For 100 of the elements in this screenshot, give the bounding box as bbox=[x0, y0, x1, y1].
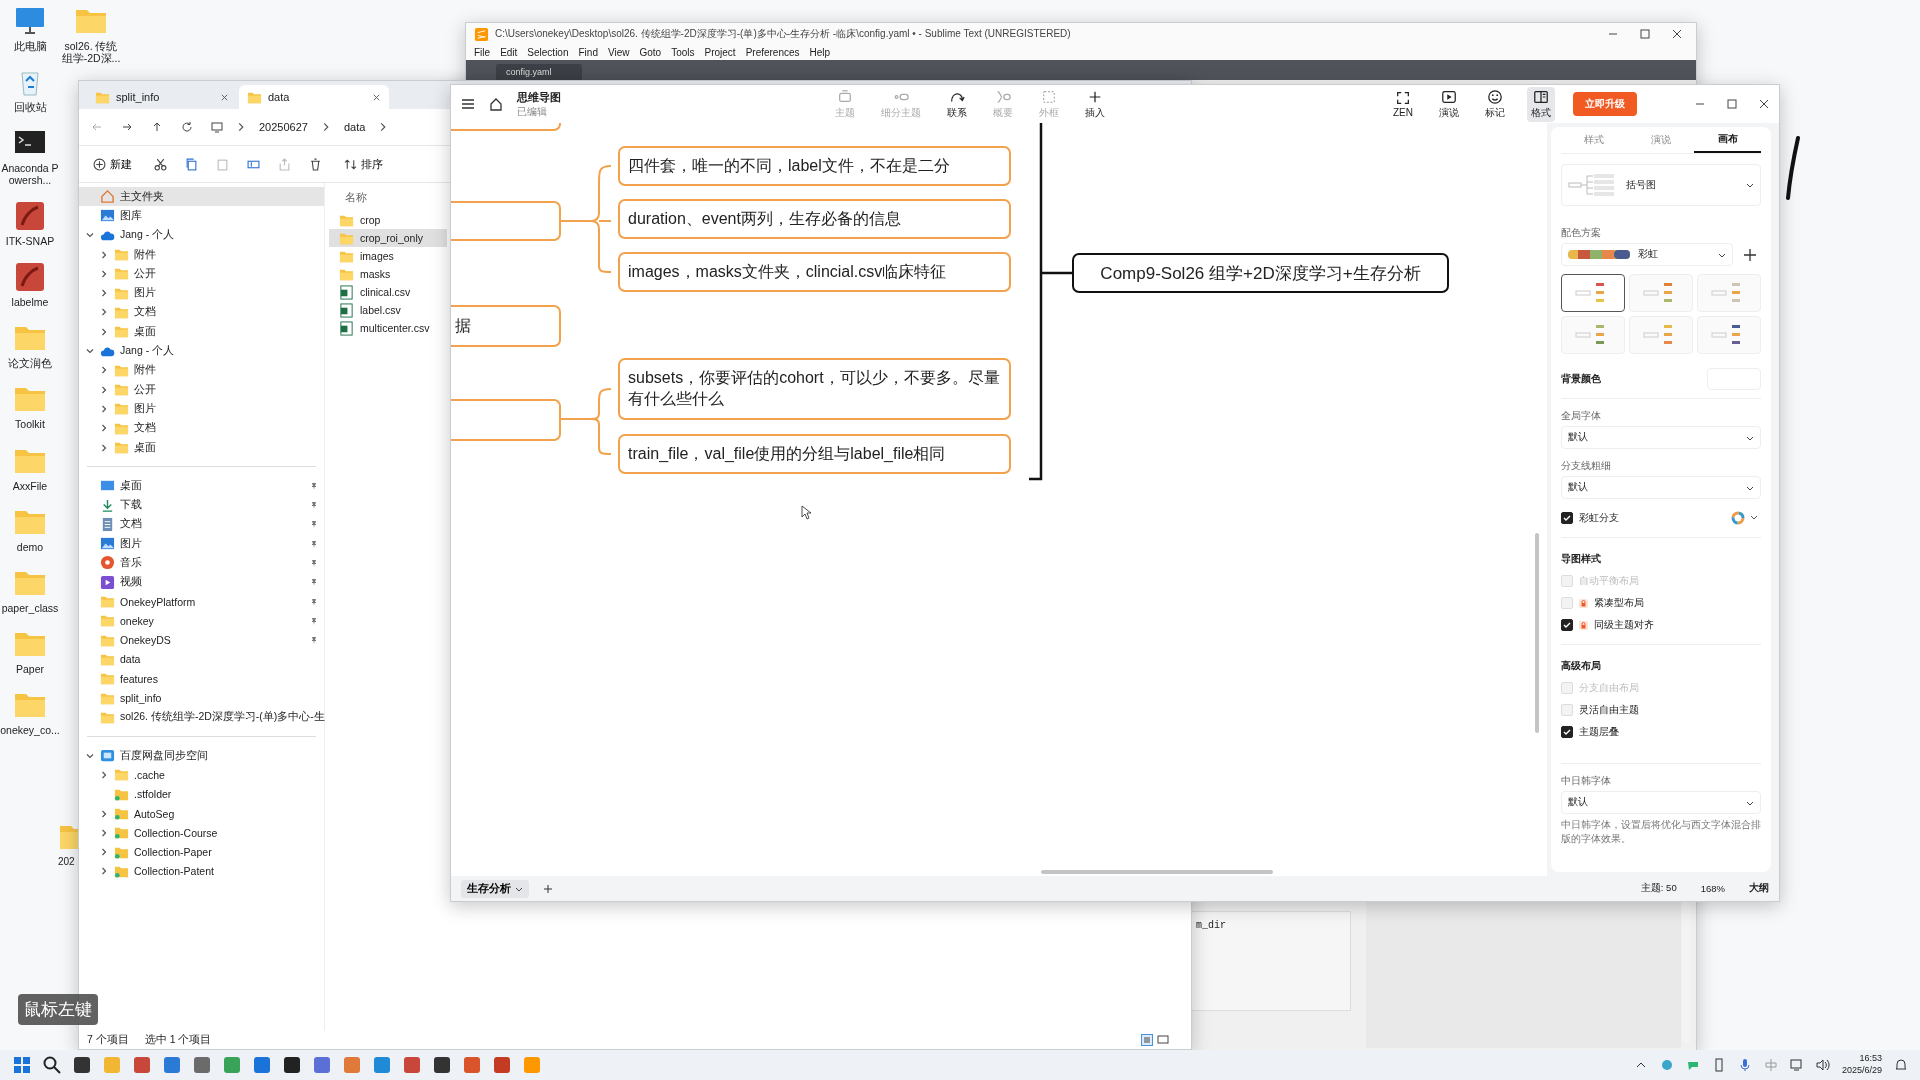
close-icon[interactable] bbox=[1672, 29, 1682, 39]
file-row[interactable]: crop bbox=[329, 211, 447, 229]
toolbar-button[interactable]: 联系 bbox=[943, 86, 971, 122]
new-button[interactable]: 新建 bbox=[89, 154, 136, 174]
file-row[interactable]: clinical.csv bbox=[329, 283, 447, 301]
nav-item[interactable]: .stfolder bbox=[79, 784, 324, 804]
monitor-icon[interactable] bbox=[211, 121, 223, 133]
toolbar-button[interactable]: 演说 bbox=[1435, 86, 1463, 122]
menu-item[interactable]: Goto bbox=[639, 47, 662, 58]
explorer-tab[interactable]: data bbox=[239, 85, 389, 109]
chevron-icon[interactable] bbox=[99, 268, 109, 279]
nav-item[interactable]: 文档 bbox=[79, 418, 324, 438]
chevron-icon[interactable] bbox=[99, 827, 109, 838]
panel-tab[interactable]: 演说 bbox=[1627, 127, 1695, 153]
panel-tab[interactable]: 样式 bbox=[1561, 127, 1628, 153]
forward-icon[interactable] bbox=[121, 121, 133, 133]
tiles-view-icon[interactable] bbox=[1157, 1034, 1169, 1046]
nav-item[interactable]: 公开 bbox=[79, 264, 324, 284]
nav-item[interactable]: split_info bbox=[79, 688, 324, 708]
nav-item[interactable]: 桌面 bbox=[79, 476, 324, 496]
nav-item[interactable]: 音乐 bbox=[79, 553, 324, 573]
refresh-icon[interactable] bbox=[181, 121, 193, 133]
up-arrow-icon[interactable] bbox=[151, 121, 163, 133]
nav-item[interactable]: 图片 bbox=[79, 399, 324, 419]
trash-icon[interactable] bbox=[309, 157, 322, 171]
chevron-icon[interactable] bbox=[99, 808, 109, 819]
nav-item[interactable]: 图库 bbox=[79, 206, 324, 226]
color-scheme-select[interactable]: 彩虹 bbox=[1561, 243, 1733, 266]
close-icon[interactable] bbox=[372, 92, 381, 102]
nav-item[interactable]: Collection-Patent bbox=[79, 861, 324, 882]
app-icon[interactable] bbox=[282, 1055, 302, 1075]
menu-item[interactable]: Preferences bbox=[745, 47, 800, 58]
app-icon[interactable] bbox=[72, 1055, 92, 1075]
nav-item[interactable]: Collection-Paper bbox=[79, 842, 324, 862]
cloud-icon[interactable] bbox=[1659, 1058, 1674, 1072]
chevron-icon[interactable] bbox=[99, 423, 109, 434]
menu-item[interactable]: Project bbox=[704, 47, 736, 58]
nav-item[interactable]: Collection-Course bbox=[79, 823, 324, 843]
nav-item[interactable]: 桌面 bbox=[79, 322, 324, 342]
structure-select[interactable]: 括号图 bbox=[1561, 164, 1761, 206]
speaker-icon[interactable] bbox=[1815, 1058, 1830, 1072]
chevron-icon[interactable] bbox=[99, 442, 109, 453]
clock-date[interactable]: 2025/6/29 bbox=[1841, 1065, 1882, 1077]
theme-thumbnail[interactable] bbox=[1561, 274, 1625, 312]
mind-map-node[interactable]: subsets，你要评估的cohort，可以少，不要多。尽量有什么些什么 bbox=[618, 358, 1011, 420]
nav-item[interactable]: OnekeyDS bbox=[79, 630, 324, 650]
maximize-icon[interactable] bbox=[1727, 99, 1737, 109]
nav-item[interactable]: 附件 bbox=[79, 360, 324, 380]
nav-item[interactable]: Jang - 个人 bbox=[79, 225, 324, 245]
checkbox[interactable]: 主题层叠 bbox=[1561, 721, 1761, 743]
nav-item[interactable]: .cache bbox=[79, 765, 324, 785]
menu-icon[interactable] bbox=[461, 97, 475, 111]
line-width-select[interactable]: 默认 bbox=[1561, 476, 1761, 499]
explorer-tab[interactable]: split_info bbox=[87, 85, 237, 109]
column-header[interactable]: 名称 bbox=[329, 189, 447, 211]
mind-map-node[interactable] bbox=[451, 399, 561, 441]
font-select[interactable]: 默认 bbox=[1561, 426, 1761, 449]
mind-map-node[interactable]: images，masks文件夹，clincial.csv临床特征 bbox=[618, 252, 1011, 292]
central-topic-node[interactable]: Comp9-Sol26 组学+2D深度学习+生存分析 bbox=[1072, 253, 1449, 293]
outline-button[interactable]: 大纲 bbox=[1749, 882, 1769, 895]
nav-item[interactable]: 图片 bbox=[79, 283, 324, 303]
font-select[interactable]: 默认 bbox=[1561, 791, 1761, 814]
copy-icon[interactable] bbox=[185, 157, 198, 171]
chevron-icon[interactable] bbox=[99, 288, 109, 299]
nav-item[interactable]: data bbox=[79, 649, 324, 670]
checkbox[interactable]: 同级主题对齐 bbox=[1561, 614, 1761, 636]
mind-map-node[interactable] bbox=[451, 201, 561, 241]
notification-icon[interactable] bbox=[1894, 1058, 1908, 1072]
mind-map-node[interactable]: 据 bbox=[451, 305, 561, 347]
home-icon[interactable] bbox=[489, 97, 503, 111]
file-row[interactable]: masks bbox=[329, 265, 447, 283]
nav-item[interactable]: 文档 bbox=[79, 302, 324, 323]
nav-item[interactable]: sol26. 传统组学-2D深度学习-(单)多中心-生 bbox=[79, 707, 324, 727]
nav-item[interactable]: 附件 bbox=[79, 244, 324, 265]
chevron-icon[interactable] bbox=[99, 326, 109, 337]
chevron-icon[interactable] bbox=[99, 365, 109, 376]
menu-item[interactable]: Tools bbox=[671, 47, 695, 58]
close-icon[interactable] bbox=[220, 92, 229, 102]
menu-item[interactable]: Selection bbox=[527, 47, 569, 58]
file-row[interactable]: images bbox=[329, 247, 447, 265]
toolbar-button[interactable]: 格式 bbox=[1527, 86, 1555, 122]
chevron-icon[interactable] bbox=[99, 769, 109, 780]
nav-item[interactable]: Jang - 个人 bbox=[79, 341, 324, 361]
nav-item[interactable]: OnekeyPlatform bbox=[79, 591, 324, 612]
maximize-icon[interactable] bbox=[1640, 29, 1650, 39]
file-row[interactable]: crop_roi_only bbox=[329, 229, 447, 247]
nav-item[interactable]: features bbox=[79, 669, 324, 689]
menu-item[interactable]: Help bbox=[809, 47, 831, 58]
checkbox[interactable]: 彩虹分支 bbox=[1561, 507, 1725, 529]
toolbar-button[interactable]: ZEN bbox=[1389, 88, 1417, 120]
nav-item[interactable]: 视频 bbox=[79, 572, 324, 592]
chevron-icon[interactable] bbox=[99, 307, 109, 318]
nav-item[interactable]: 桌面 bbox=[79, 437, 324, 458]
nav-item[interactable]: 下载 bbox=[79, 495, 324, 515]
breadcrumb-item[interactable]: data bbox=[343, 121, 366, 133]
menu-item[interactable]: Edit bbox=[500, 47, 518, 58]
nav-item[interactable]: 公开 bbox=[79, 379, 324, 400]
file-tab[interactable]: config.yaml bbox=[496, 64, 582, 80]
panel-tab[interactable]: 画布 bbox=[1694, 127, 1761, 153]
nav-item[interactable]: 文档 bbox=[79, 514, 324, 535]
